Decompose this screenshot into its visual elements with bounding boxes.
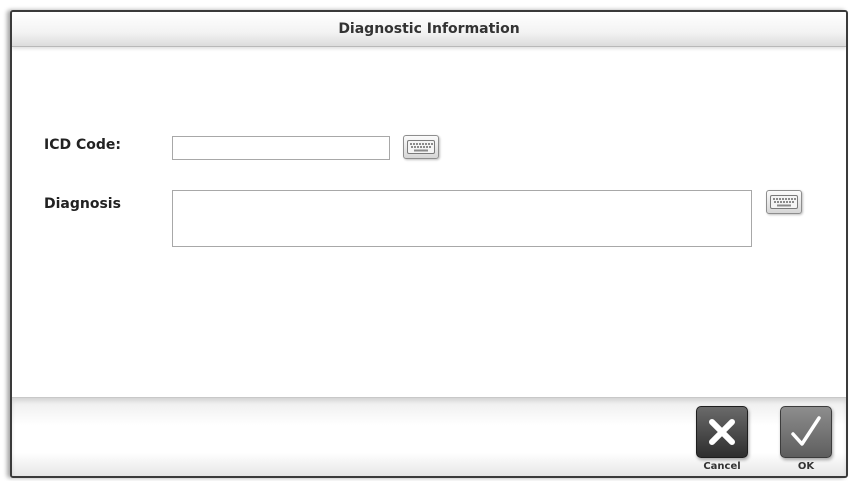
action-footer: Cancel OK <box>12 397 846 476</box>
close-icon <box>696 406 748 458</box>
dialog-title: Diagnostic Information <box>338 21 520 37</box>
icd-code-input[interactable] <box>172 136 390 160</box>
keyboard-icon <box>407 140 435 154</box>
ok-label: OK <box>797 461 815 472</box>
diagnosis-textarea[interactable] <box>172 190 752 247</box>
title-bar: Diagnostic Information <box>12 12 846 47</box>
cancel-button[interactable]: Cancel <box>696 406 748 472</box>
icd-code-label: ICD Code: <box>44 137 121 153</box>
icd-code-keyboard-button[interactable] <box>403 135 439 159</box>
checkmark-icon <box>780 406 832 458</box>
ok-button[interactable]: OK <box>780 406 832 472</box>
keyboard-icon <box>770 195 798 209</box>
cancel-label: Cancel <box>703 461 741 472</box>
diagnosis-label: Diagnosis <box>44 196 121 212</box>
diagnosis-keyboard-button[interactable] <box>766 190 802 214</box>
diagnostic-information-dialog: Diagnostic Information ICD Code: Diagnos… <box>10 10 848 478</box>
